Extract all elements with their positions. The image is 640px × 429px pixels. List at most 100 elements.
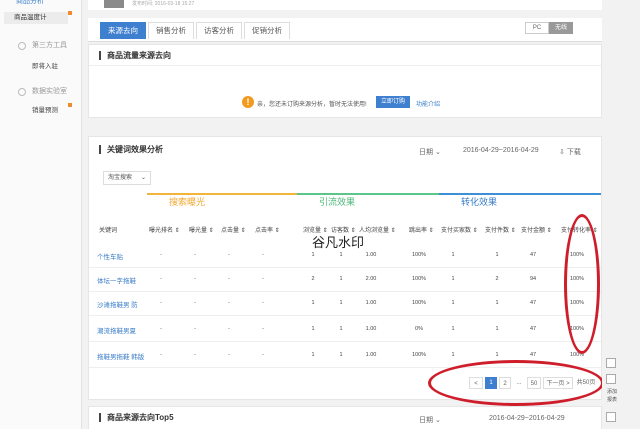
product-header: 发布时间: 2016-03-18 15:27 [88,0,602,10]
col-avg-views[interactable]: 人均浏览量 ⇕ [359,225,396,234]
table-cell: - [228,300,230,306]
qr-code-icon[interactable] [606,358,616,368]
table-cell: 1 [451,352,455,358]
table-cell: 1 [339,352,343,358]
source-card: 商品流量来源去向 ! 亲，您还未订购来源分析，暂时无法使用! 立即订购 功能介绍 [88,44,602,118]
col-ctr-label: 点击率 [255,228,274,234]
col-exposure-rank[interactable]: 曝光排名 ⇕ [149,225,180,234]
table-cell: - [262,252,264,258]
col-exposure-rank-label: 曝光排名 [149,228,174,234]
chevron-down-icon: ⌄ [434,149,441,156]
table-cell: 1 [451,252,455,258]
tab-bar: 来源去向 销售分析 访客分析 促销分析 PC 无线 [88,18,602,42]
feature-intro-link[interactable]: 功能介绍 [416,99,440,108]
table-cell: 100% [411,252,427,258]
table-cell: 1.00 [365,352,377,358]
keyword-link[interactable]: 潮流拖鞋男夏 [97,325,136,335]
table-cell: - [228,352,230,358]
sidebar-group-data-lab[interactable]: 数据实验室 [0,86,82,98]
table-cell: 1.00 [365,252,377,258]
sidebar-item-product-thermometer[interactable]: 商品温度计 [4,12,68,24]
tab-source[interactable]: 来源去向 [100,22,146,39]
tab-visitors[interactable]: 访客分析 [196,22,242,39]
top5-date-range: 2016-04-29~2016-04-29 [489,415,565,422]
col-paid-items[interactable]: 支付件数 ⇕ [485,225,516,234]
sidebar-item-sales-forecast[interactable]: 销量预测 [32,104,58,114]
col-paying-buyers[interactable]: 支付买家数 ⇕ [441,225,478,234]
keyword-link[interactable]: 体坛一字拖鞋 [97,275,136,285]
toggle-wireless[interactable]: 无线 [549,22,573,34]
product-thumbnail [104,0,124,8]
table-cell: - [194,326,196,332]
col-paid-amount-label: 支付金额 [521,228,546,234]
table-cell: - [262,300,264,306]
table-cell: - [194,300,196,306]
group-conversion-effect: 转化效果 [439,193,601,207]
toggle-pc[interactable]: PC [525,22,549,34]
table-cell: 1 [451,300,455,306]
table-cell: 47 [529,352,537,358]
table-cell: - [228,276,230,282]
table-cell: - [160,300,162,306]
table-cell: - [160,252,162,258]
col-exposure-label: 曝光量 [189,228,208,234]
top5-date-label[interactable]: 日期 ⌄ [419,415,441,425]
annotation-oval-pager [428,360,604,406]
col-paid-items-label: 支付件数 [485,228,510,234]
table-cell: 1 [495,326,499,332]
lab-icon [18,88,26,96]
sidebar-group-label: 第三方工具 [32,42,67,49]
table-cell: 1 [451,276,455,282]
keyword-link[interactable]: 拖鞋男拖鞋 韩版 [97,351,144,361]
right-toolbar: 添加 报表 [602,0,640,429]
col-clicks[interactable]: 点击量 ⇕ [221,225,246,234]
table-cell: 47 [529,326,537,332]
table-cell: 1 [311,326,315,332]
tab-promotion[interactable]: 促销分析 [244,22,290,39]
sort-icon: ⇕ [273,228,280,234]
table-cell: - [160,276,162,282]
source-card-title: 商品流量来源去向 [99,51,171,60]
tab-sales[interactable]: 销售分析 [148,22,194,39]
edit-icon[interactable] [606,374,616,384]
chevron-down-icon: ⌄ [434,417,441,424]
col-bounce-rate[interactable]: 跳出率 ⇕ [409,225,434,234]
table-cell: 100% [411,276,427,282]
table-cell: 1 [451,326,455,332]
sort-icon: ⇕ [471,228,478,234]
keyword-link[interactable]: 沙滩拖鞋男 防 [97,299,138,309]
date-range: 2016-04-29~2016-04-29 [463,147,539,154]
table-cell: - [160,352,162,358]
col-paid-amount[interactable]: 支付金额 ⇕ [521,225,552,234]
col-exposure[interactable]: 曝光量 ⇕ [189,225,214,234]
col-bounce-rate-label: 跳出率 [409,228,428,234]
col-keyword: 关键词 [99,228,118,234]
pin-icon[interactable] [606,412,616,422]
download-icon: ⇩ [559,149,565,156]
date-label-text: 日期 [419,149,433,156]
traffic-source-select[interactable]: 淘宝搜索 ⌄ [103,171,151,185]
table-cell: - [194,252,196,258]
col-ctr[interactable]: 点击率 ⇕ [255,225,280,234]
sort-icon: ⇕ [389,228,396,234]
table-cell: 47 [529,300,537,306]
table-cell: 1 [311,352,315,358]
sidebar-group-third-party[interactable]: 第三方工具 [0,40,82,52]
row-divider [89,315,601,316]
date-label[interactable]: 日期 ⌄ [419,147,441,157]
download-button[interactable]: ⇩ 下载 [559,147,581,157]
row-divider [89,267,601,268]
sort-icon: ⇕ [173,228,180,234]
sort-icon: ⇕ [427,228,434,234]
sidebar-group-label: 数据实验室 [32,88,67,95]
table-cell: 100% [569,352,585,358]
table-cell: - [262,326,264,332]
subscribe-button[interactable]: 立即订购 [376,96,410,108]
sidebar-item-coming-soon[interactable]: 即将入驻 [32,60,58,70]
table-cell: - [194,276,196,282]
sort-icon: ⇕ [207,228,214,234]
row-divider [89,291,601,292]
table-cell: 1 [339,252,343,258]
keyword-link[interactable]: 个性车贴 [97,251,123,261]
sidebar-item-product-analysis[interactable]: 商品分析 [0,0,82,8]
